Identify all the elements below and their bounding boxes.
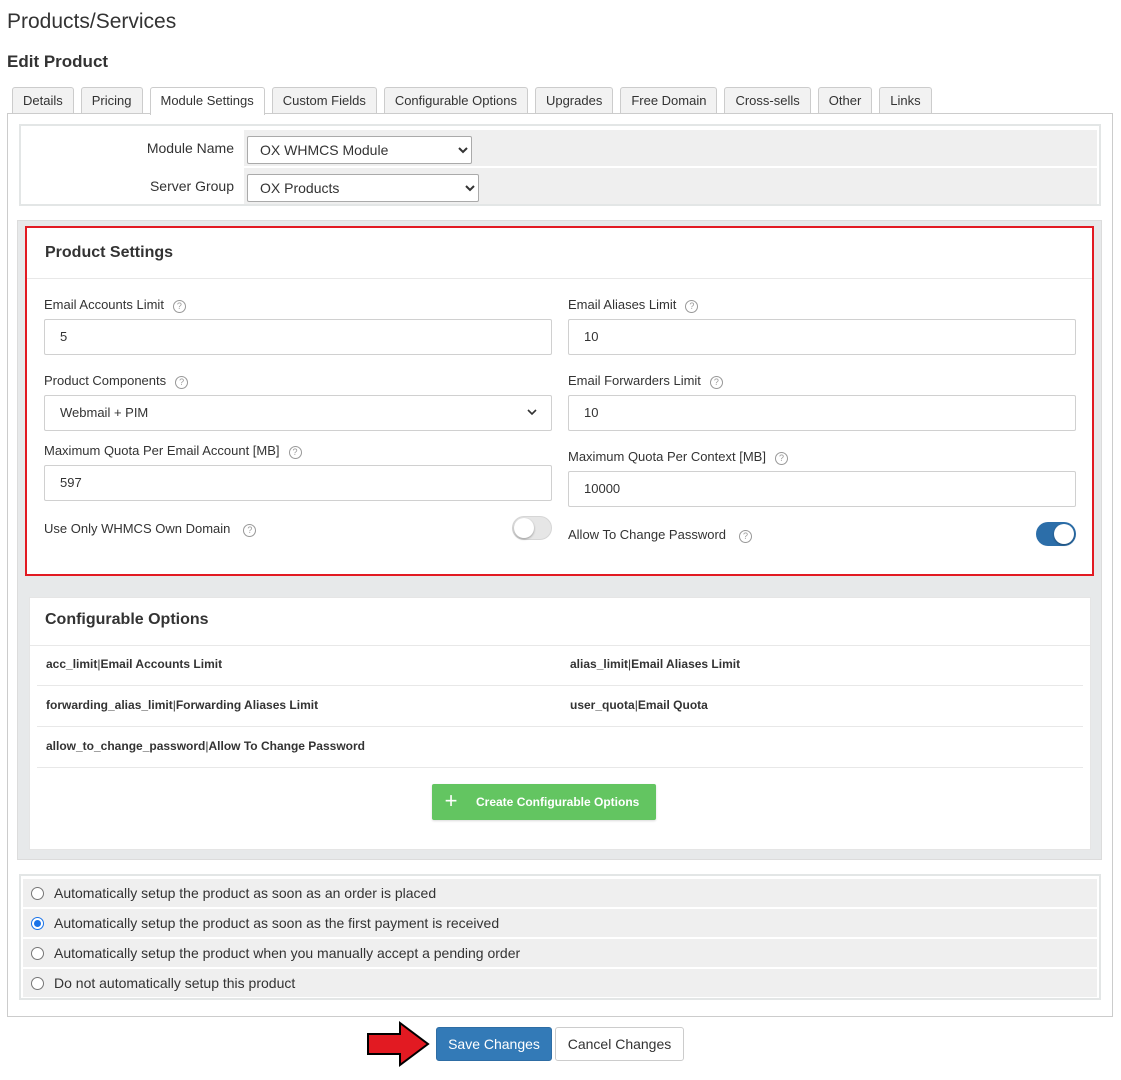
module-name-row: Module Name OX WHMCS Module xyxy=(23,130,1097,166)
create-configurable-options-button[interactable]: + Create Configurable Options xyxy=(432,784,656,820)
product-settings-card: Product Settings Email Accounts Limit? 5… xyxy=(25,226,1094,576)
auto-setup-option[interactable]: Do not automatically setup this product xyxy=(23,969,1097,997)
max-quota-context-input[interactable]: 10000 xyxy=(568,471,1076,507)
list-item: allow_to_change_password|Allow To Change… xyxy=(37,727,1083,768)
tab-cross-sells[interactable]: Cross-sells xyxy=(724,87,811,114)
product-components-select[interactable]: Webmail + PIM xyxy=(44,395,552,431)
auto-setup-options: Automatically setup the product as soon … xyxy=(19,874,1101,1000)
help-icon[interactable]: ? xyxy=(172,300,186,313)
email-aliases-limit-label: Email Aliases Limit? xyxy=(568,297,699,313)
max-quota-account-label: Maximum Quota Per Email Account [MB]? xyxy=(44,443,302,459)
tab-bar: Details Pricing Module Settings Custom F… xyxy=(12,87,932,115)
use-own-domain-label: Use Only WHMCS Own Domain? xyxy=(44,521,257,537)
help-icon[interactable]: ? xyxy=(685,300,699,313)
help-icon[interactable]: ? xyxy=(243,524,257,537)
module-name-label: Module Name xyxy=(146,140,234,156)
tab-links[interactable]: Links xyxy=(879,87,932,114)
configurable-options-card: Configurable Options acc_limit|Email Acc… xyxy=(29,597,1091,850)
config-option-acc-limit: acc_limit|Email Accounts Limit xyxy=(46,657,223,671)
tab-other[interactable]: Other xyxy=(817,87,873,114)
help-icon[interactable]: ? xyxy=(288,446,302,459)
auto-setup-option[interactable]: Automatically setup the product as soon … xyxy=(23,909,1097,937)
arrow-pointer-icon xyxy=(367,1021,430,1067)
tab-pricing[interactable]: Pricing xyxy=(80,87,143,114)
tab-free-domain[interactable]: Free Domain xyxy=(620,87,718,114)
radio-button[interactable] xyxy=(31,946,44,960)
tab-module-settings[interactable]: Module Settings xyxy=(149,87,265,115)
max-quota-account-input[interactable]: 597 xyxy=(44,465,552,501)
email-accounts-limit-label: Email Accounts Limit? xyxy=(44,297,186,313)
config-option-user-quota: user_quota|Email Quota xyxy=(570,698,708,712)
config-option-allow-change-password: allow_to_change_password|Allow To Change… xyxy=(46,739,365,753)
config-option-forwarding-alias-limit: forwarding_alias_limit|Forwarding Aliase… xyxy=(46,698,319,712)
page-title: Products/Services xyxy=(7,10,177,33)
max-quota-context-label: Maximum Quota Per Context [MB]? xyxy=(568,449,788,465)
use-own-domain-toggle[interactable] xyxy=(512,516,552,540)
auto-setup-option[interactable]: Automatically setup the product when you… xyxy=(23,939,1097,967)
help-icon[interactable]: ? xyxy=(175,376,189,389)
config-option-alias-limit: alias_limit|Email Aliases Limit xyxy=(570,657,741,671)
configurable-options-title: Configurable Options xyxy=(45,611,209,628)
tab-configurable-options[interactable]: Configurable Options xyxy=(383,87,528,114)
product-components-label: Product Components? xyxy=(44,373,189,389)
product-settings-title: Product Settings xyxy=(45,244,174,261)
server-group-row: Server Group OX Products xyxy=(23,168,1097,204)
radio-button[interactable] xyxy=(31,886,44,900)
auto-setup-option[interactable]: Automatically setup the product as soon … xyxy=(23,879,1097,907)
cancel-changes-button[interactable]: Cancel Changes xyxy=(555,1027,684,1061)
plus-icon: + xyxy=(444,788,458,813)
save-changes-button[interactable]: Save Changes xyxy=(436,1027,552,1061)
chevron-down-icon xyxy=(527,409,537,416)
email-forwarders-limit-input[interactable]: 10 xyxy=(568,395,1076,431)
help-icon[interactable]: ? xyxy=(774,452,788,465)
allow-change-password-label: Allow To Change Password? xyxy=(568,527,753,543)
radio-button[interactable] xyxy=(31,976,44,990)
module-name-select[interactable]: OX WHMCS Module xyxy=(247,136,472,164)
help-icon[interactable]: ? xyxy=(709,376,723,389)
server-group-select[interactable]: OX Products xyxy=(247,174,479,202)
radio-button[interactable] xyxy=(31,916,44,930)
page-subtitle: Edit Product xyxy=(7,52,109,71)
tab-custom-fields[interactable]: Custom Fields xyxy=(271,87,377,114)
email-forwarders-limit-label: Email Forwarders Limit? xyxy=(568,373,723,389)
tab-details[interactable]: Details xyxy=(12,87,74,114)
email-accounts-limit-input[interactable]: 5 xyxy=(44,319,552,355)
allow-change-password-toggle[interactable] xyxy=(1036,522,1076,546)
server-group-label: Server Group xyxy=(149,178,234,194)
list-item: acc_limit|Email Accounts Limit alias_lim… xyxy=(37,645,1083,686)
email-aliases-limit-input[interactable]: 10 xyxy=(568,319,1076,355)
help-icon[interactable]: ? xyxy=(739,530,753,543)
list-item: forwarding_alias_limit|Forwarding Aliase… xyxy=(37,686,1083,727)
tab-upgrades[interactable]: Upgrades xyxy=(534,87,614,114)
module-settings-table: Module Name OX WHMCS Module Server Group… xyxy=(19,124,1101,206)
